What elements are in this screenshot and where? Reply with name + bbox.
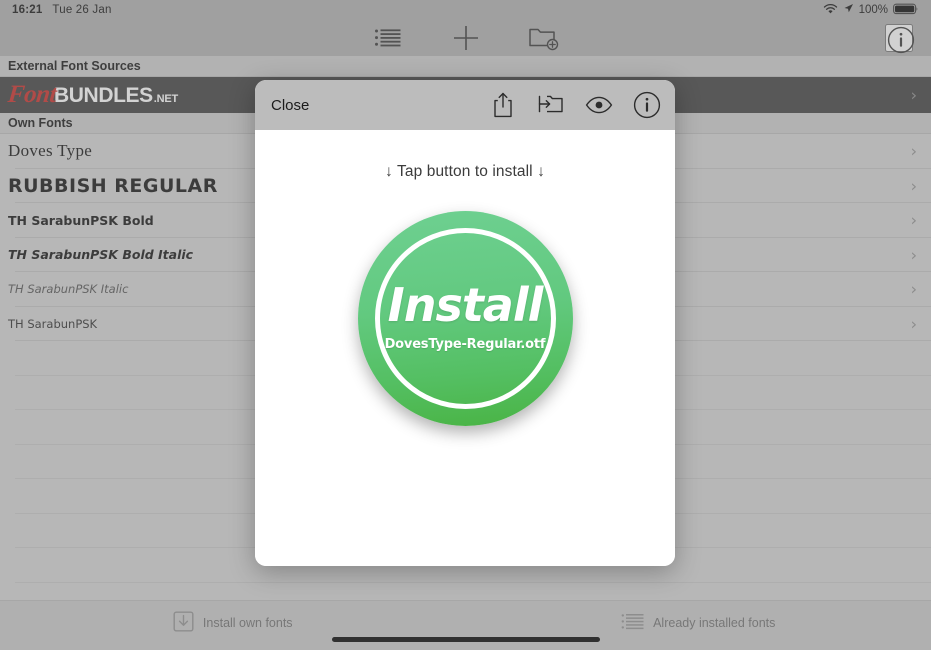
top-toolbar: [0, 20, 931, 56]
logo-tld-text: .NET: [153, 93, 179, 105]
logo-bold-text: BUNDLES: [54, 84, 153, 107]
section-header-external: External Font Sources: [0, 56, 931, 77]
logo-script-text: Font: [6, 81, 58, 108]
battery-percent: 100%: [858, 4, 888, 16]
status-bar-right: 100%: [823, 3, 919, 18]
install-font-dialog: Close ↓ Tap button to install ↓ Install …: [255, 80, 675, 566]
tab-already-installed-fonts-label: Already installed fonts: [653, 616, 776, 630]
chevron-right-icon: ›: [910, 176, 917, 196]
chevron-right-icon: ›: [910, 141, 917, 161]
download-box-icon: [173, 611, 194, 635]
status-bar: 16:21 Tue 26 Jan 100%: [0, 0, 931, 20]
chevron-right-icon: ›: [910, 210, 917, 230]
toolbar-actions: [367, 22, 565, 54]
install-button-label: Install: [387, 277, 544, 332]
fontbundles-logo: Font BUNDLES .NET: [0, 81, 179, 109]
app-root: 16:21 Tue 26 Jan 100% External Font Sour…: [0, 0, 931, 650]
share-icon[interactable]: [489, 91, 517, 119]
font-list-item-label: TH SarabunPSK Bold: [8, 212, 154, 228]
install-filename-label: DovesType-Regular.otf: [384, 336, 546, 352]
status-date: Tue 26 Jan: [52, 4, 112, 16]
eye-icon[interactable]: [585, 91, 613, 119]
font-list-item-label: TH SarabunPSK Bold Italic: [8, 247, 194, 263]
bottom-tab-bar: Install own fonts Already installed font…: [0, 600, 931, 650]
tab-items: Install own fonts Already installed font…: [0, 611, 931, 635]
wifi-icon: [823, 3, 838, 18]
font-list-item-label: TH SarabunPSK: [8, 316, 98, 331]
chevron-right-icon: ›: [910, 279, 917, 299]
info-circle-icon[interactable]: [633, 91, 661, 119]
bulleted-list-icon: [621, 612, 644, 634]
font-list-item-label: RUBBISH REGULAR: [8, 174, 218, 197]
home-indicator: [331, 637, 600, 642]
install-button-wrap: Install DovesType-Regular.otf: [357, 211, 573, 426]
status-time: 16:21: [12, 4, 43, 16]
bulleted-list-icon[interactable]: [367, 22, 409, 54]
plus-icon[interactable]: [445, 22, 487, 54]
tab-already-installed-fonts[interactable]: Already installed fonts: [466, 611, 931, 635]
install-hint-text: ↓ Tap button to install ↓: [385, 163, 545, 180]
close-button[interactable]: Close: [271, 97, 309, 114]
folder-arrow-icon[interactable]: [537, 91, 565, 119]
battery-full-icon: [893, 3, 919, 18]
chevron-right-icon: ›: [910, 314, 917, 334]
tab-install-own-fonts[interactable]: Install own fonts: [0, 611, 466, 635]
tab-install-own-fonts-label: Install own fonts: [202, 616, 293, 630]
chevron-right-icon: ›: [910, 85, 917, 105]
status-bar-left: 16:21 Tue 26 Jan: [12, 4, 112, 16]
install-button[interactable]: Install DovesType-Regular.otf: [357, 211, 573, 426]
folder-add-icon[interactable]: [523, 22, 565, 54]
chevron-right-icon: ›: [910, 245, 917, 265]
font-list-item-label: TH SarabunPSK Italic: [8, 282, 129, 297]
dialog-body: ↓ Tap button to install ↓ Install DovesT…: [255, 130, 675, 566]
font-list-item-label: Doves Type: [8, 141, 93, 161]
location-arrow-icon: [843, 3, 854, 17]
dialog-actions: [489, 91, 661, 119]
dialog-header: Close: [255, 80, 675, 130]
install-button-content: Install DovesType-Regular.otf: [385, 282, 546, 352]
info-circle-icon[interactable]: [885, 24, 915, 54]
